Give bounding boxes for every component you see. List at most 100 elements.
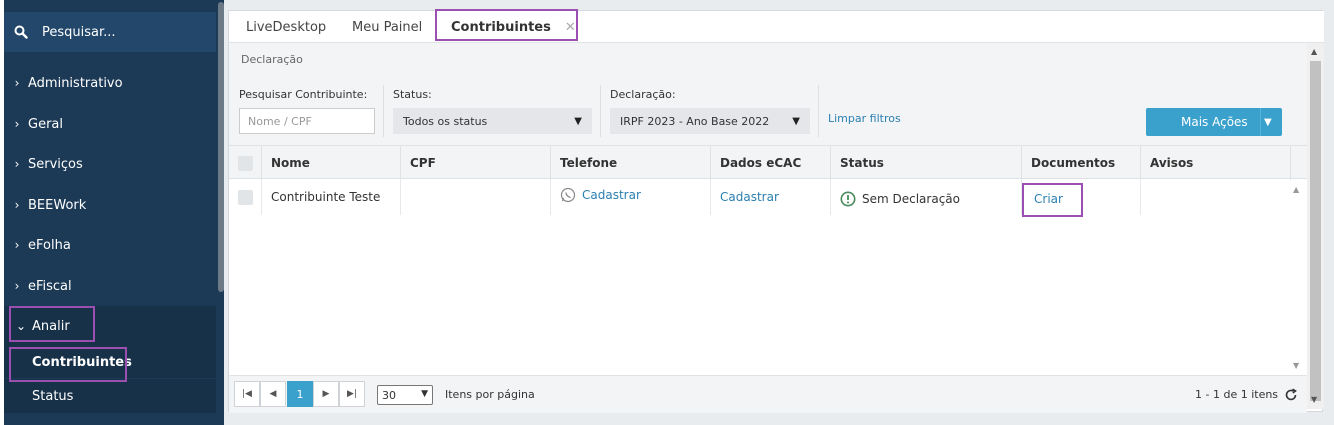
- divider: [383, 85, 384, 137]
- next-page-icon: ▶: [322, 389, 330, 399]
- filter-bar: Pesquisar Contribuinte: Nome / CPF Statu…: [229, 75, 1307, 145]
- row-select-cell: [229, 179, 261, 215]
- divider: [1260, 108, 1261, 136]
- scrollbar-thumb[interactable]: [1310, 61, 1321, 401]
- sidebar-item-label: BEEWork: [28, 197, 87, 213]
- status-select-value: Todos os status: [403, 114, 488, 128]
- sidebar-item-label: Geral: [28, 116, 63, 132]
- sidebar-item-geral[interactable]: › Geral: [4, 104, 216, 144]
- first-page-icon: |◀: [242, 389, 252, 399]
- search-contribuinte-input[interactable]: Nome / CPF: [239, 108, 375, 134]
- more-actions-button[interactable]: Mais Ações ▼: [1146, 108, 1282, 136]
- page-button-current[interactable]: 1: [287, 381, 313, 407]
- sidebar-scrollbar[interactable]: [218, 2, 224, 292]
- table-row[interactable]: Contribuinte Teste Cadastrar Cadastrar S…: [229, 179, 1307, 215]
- per-page-label: Itens por página: [445, 388, 535, 401]
- declaracao-select-value: IRPF 2023 - Ano Base 2022: [620, 114, 770, 128]
- whatsapp-icon: [560, 187, 576, 203]
- divider: [818, 85, 819, 137]
- search-contribuinte-label: Pesquisar Contribuinte:: [239, 88, 368, 101]
- column-header-status[interactable]: Status: [830, 146, 1021, 180]
- select-all-cell: [229, 146, 261, 180]
- per-page-select[interactable]: 30 ▼: [377, 385, 433, 405]
- tab-label: Meu Painel: [352, 19, 423, 35]
- main-scrollbar[interactable]: ▲ ▼: [1307, 43, 1324, 409]
- sidebar-item-label: Administrativo: [28, 75, 123, 91]
- tab-meu-painel[interactable]: Meu Painel: [352, 11, 422, 43]
- sidebar-subitem-status[interactable]: Status: [4, 379, 216, 413]
- highlight-box: [9, 306, 95, 342]
- scroll-up-icon[interactable]: ▲: [1293, 185, 1299, 194]
- chevron-right-icon: ›: [14, 198, 20, 212]
- telefone-cadastrar-link[interactable]: Cadastrar: [582, 188, 641, 202]
- tab-label: LiveDesktop: [246, 19, 327, 35]
- main-panel: LiveDesktop Meu Painel Contribuintes ✕ D…: [228, 9, 1324, 413]
- chevron-right-icon: ›: [14, 117, 20, 131]
- highlight-box: [435, 9, 578, 41]
- column-header-nome[interactable]: Nome: [261, 146, 400, 180]
- clear-filters-link[interactable]: Limpar filtros: [828, 112, 901, 125]
- column-header-dados-ecac[interactable]: Dados eCAC: [710, 146, 830, 180]
- last-page-icon: ▶|: [347, 389, 357, 399]
- cell-status: Sem Declaração: [830, 179, 1021, 215]
- chevron-right-icon: ›: [14, 238, 20, 252]
- scroll-up-icon[interactable]: ▲: [1311, 47, 1317, 56]
- row-checkbox[interactable]: [238, 189, 253, 205]
- column-header-telefone[interactable]: Telefone: [550, 146, 710, 180]
- caret-down-icon: ▼: [792, 116, 800, 127]
- tab-bar: LiveDesktop Meu Painel Contribuintes ✕: [229, 9, 1324, 43]
- search-contribuinte-placeholder: Nome / CPF: [248, 114, 312, 128]
- sidebar-search[interactable]: Pesquisar...: [4, 12, 216, 52]
- cell-dados-ecac: Cadastrar: [710, 179, 830, 215]
- dados-ecac-cadastrar-link[interactable]: Cadastrar: [720, 190, 779, 204]
- chevron-right-icon: ›: [14, 279, 20, 293]
- cell-avisos: [1140, 179, 1290, 215]
- divider: [600, 85, 601, 137]
- more-actions-label: Mais Ações: [1181, 115, 1248, 129]
- current-page-number: 1: [296, 387, 304, 401]
- first-page-button[interactable]: |◀: [234, 381, 260, 407]
- sidebar-item-efiscal[interactable]: › eFiscal: [4, 266, 216, 306]
- column-header-filler: [1290, 146, 1307, 180]
- sidebar-item-label: eFolha: [28, 237, 71, 253]
- cell-nome: Contribuinte Teste: [261, 179, 400, 215]
- next-page-button[interactable]: ▶: [313, 381, 339, 407]
- scroll-down-icon[interactable]: ▼: [1293, 361, 1299, 370]
- grid-header: Nome CPF Telefone Dados eCAC Status Docu…: [229, 145, 1307, 180]
- caret-down-icon: ▼: [574, 116, 582, 127]
- sidebar-item-efolha[interactable]: › eFolha: [4, 225, 216, 265]
- chevron-right-icon: ›: [14, 157, 20, 171]
- prev-page-icon: ◀: [269, 389, 277, 399]
- per-page-value: 30: [382, 388, 396, 402]
- breadcrumb: Declaração: [229, 43, 1307, 75]
- status-text: Sem Declaração: [862, 192, 960, 206]
- breadcrumb-label: Declaração: [241, 52, 303, 66]
- tab-livedesktop[interactable]: LiveDesktop: [246, 11, 326, 43]
- select-all-checkbox[interactable]: [238, 155, 253, 171]
- cell-telefone: Cadastrar: [550, 179, 710, 215]
- sidebar-item-administrativo[interactable]: › Administrativo: [4, 63, 216, 103]
- sidebar-item-label: Serviços: [28, 156, 83, 172]
- sidebar-search-label: Pesquisar...: [42, 24, 116, 40]
- caret-down-icon: ▼: [421, 389, 428, 399]
- cell-cpf: [400, 179, 550, 215]
- refresh-icon[interactable]: [1284, 388, 1298, 402]
- declaracao-select[interactable]: IRPF 2023 - Ano Base 2022 ▼: [610, 108, 810, 134]
- search-icon: [14, 25, 28, 39]
- pager-summary: 1 - 1 de 1 itens: [1195, 388, 1279, 401]
- sidebar-item-beework[interactable]: › BEEWork: [4, 185, 216, 225]
- column-header-avisos[interactable]: Avisos: [1140, 146, 1290, 180]
- caret-down-icon[interactable]: ▼: [1264, 117, 1272, 128]
- contribuintes-grid: Nome CPF Telefone Dados eCAC Status Docu…: [229, 145, 1307, 375]
- highlight-box: [1022, 183, 1083, 217]
- status-select[interactable]: Todos os status ▼: [393, 108, 592, 134]
- column-header-cpf[interactable]: CPF: [400, 146, 550, 180]
- scroll-down-icon[interactable]: ▼: [1311, 395, 1317, 404]
- last-page-button[interactable]: ▶|: [339, 381, 365, 407]
- highlight-box: [9, 347, 127, 382]
- chevron-right-icon: ›: [14, 76, 20, 90]
- prev-page-button[interactable]: ◀: [260, 381, 286, 407]
- column-header-documentos[interactable]: Documentos: [1021, 146, 1140, 180]
- sidebar-item-servicos[interactable]: › Serviços: [4, 144, 216, 184]
- alert-circle-icon: [840, 191, 856, 207]
